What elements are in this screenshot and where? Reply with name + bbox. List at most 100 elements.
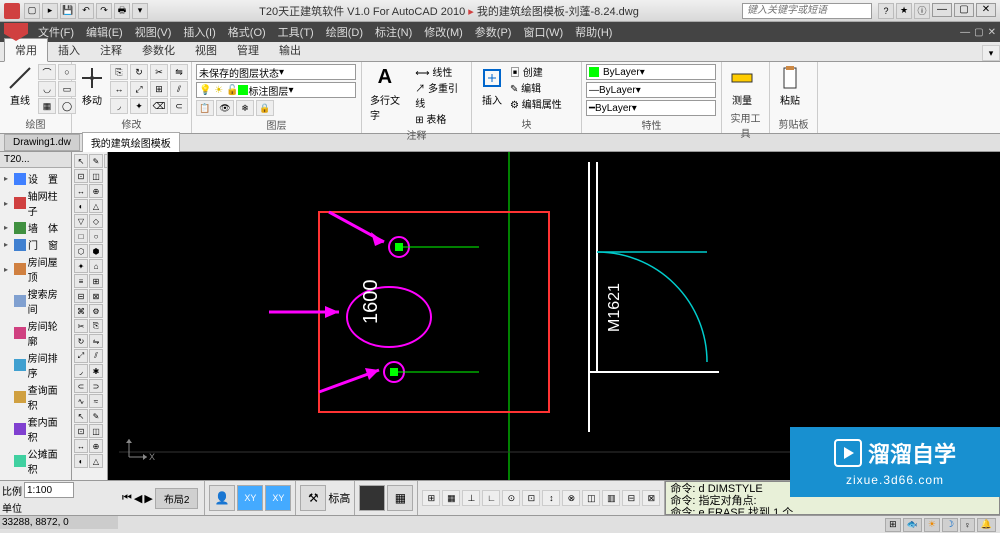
tool-button[interactable]: ≈ [89, 394, 103, 408]
status-person-icon[interactable]: ♀ [960, 518, 975, 532]
status-toggle[interactable]: ⊞ [422, 490, 440, 506]
qat-more-icon[interactable]: ▾ [132, 3, 148, 19]
dark-icon[interactable] [359, 485, 385, 511]
maximize-button[interactable]: ▢ [954, 3, 974, 17]
status-toggle[interactable]: ⊡ [522, 490, 540, 506]
tool-button[interactable]: ↔ [74, 439, 88, 453]
tree-item[interactable]: 公摊面积 [2, 445, 69, 477]
status-model-icon[interactable]: ⊞ [885, 518, 901, 532]
tool-button[interactable]: ◫ [89, 169, 103, 183]
offset-icon[interactable]: ⫽ [170, 81, 188, 97]
tool-button[interactable]: △ [89, 199, 103, 213]
tool-button[interactable]: □ [74, 229, 88, 243]
side-tab[interactable]: T20... [0, 152, 71, 168]
elevation-icon[interactable]: 👤 [209, 485, 235, 511]
doc-tab-2[interactable]: 我的建筑绘图模板 [82, 132, 180, 153]
qat-new-icon[interactable]: ▢ [24, 3, 40, 19]
tool-button[interactable]: ⊞ [89, 274, 103, 288]
ribbon-tab-manage[interactable]: 管理 [227, 39, 269, 61]
tree-item[interactable]: ▸墙 体 [2, 219, 69, 236]
layout-nav-next-icon[interactable]: ▶ [144, 492, 152, 505]
color-combo[interactable]: ByLayer ▾ [586, 64, 716, 80]
tree-item[interactable]: ▸门 窗 [2, 236, 69, 253]
close-button[interactable]: ✕ [976, 3, 996, 17]
scale-icon[interactable]: ⤢ [130, 81, 148, 97]
doc-restore-icon[interactable]: ▢ [974, 27, 983, 38]
tool-button[interactable]: ◞ [74, 364, 88, 378]
status-sun-icon[interactable]: ☀ [924, 518, 940, 532]
tool-button[interactable]: ≡ [74, 274, 88, 288]
stretch-icon[interactable]: ↔ [110, 81, 128, 97]
layer-props-icon[interactable]: 📋 [196, 100, 214, 116]
status-toggle[interactable]: ◫ [582, 490, 600, 506]
tool-button[interactable]: ⊡ [74, 424, 88, 438]
tree-item[interactable]: 面积计算 [2, 477, 69, 480]
status-moon-icon[interactable]: ☽ [942, 518, 958, 532]
qat-print-icon[interactable]: 🖶 [114, 3, 130, 19]
ribbon-tab-insert[interactable]: 插入 [48, 39, 90, 61]
tool-button[interactable]: ◐ [74, 199, 88, 213]
section-icon[interactable]: ⚒ [300, 485, 326, 511]
layout-tab[interactable]: 布局2 [155, 488, 199, 509]
tool-icon-1[interactable]: ▦ [387, 485, 413, 511]
tree-item[interactable]: 搜索房间 [2, 285, 69, 317]
tool-button[interactable]: ○ [89, 229, 103, 243]
tool-button[interactable]: ⬡ [74, 244, 88, 258]
tool-button[interactable]: ▽ [74, 214, 88, 228]
insert-block-button[interactable]: 插入 [476, 64, 508, 109]
lineweight-combo[interactable]: ━ ByLayer ▾ [586, 100, 716, 116]
tree-item[interactable]: ▸轴网柱子 [2, 187, 69, 219]
tool-button[interactable]: ◇ [89, 214, 103, 228]
layout-nav-prev-icon[interactable]: ◀ [134, 492, 142, 505]
ribbon-tab-view[interactable]: 视图 [185, 39, 227, 61]
menu-parametric[interactable]: 参数(P) [469, 22, 518, 42]
xy-icon[interactable]: XY [237, 485, 263, 511]
doc-minimize-icon[interactable]: — [960, 27, 970, 38]
status-toggle[interactable]: ⊥ [462, 490, 480, 506]
tool-button[interactable]: ◐ [74, 454, 88, 468]
tool-button[interactable]: ⊕ [89, 184, 103, 198]
layer-freeze-icon[interactable]: ❄ [236, 100, 254, 116]
join-icon[interactable]: ⊂ [170, 98, 188, 114]
minimize-button[interactable]: — [932, 3, 952, 17]
status-toggle[interactable]: ⊠ [642, 490, 660, 506]
star-icon[interactable]: ★ [896, 3, 912, 19]
tool-button[interactable]: ⊟ [74, 289, 88, 303]
qat-open-icon[interactable]: ▸ [42, 3, 58, 19]
tool-button[interactable]: ⊕ [89, 439, 103, 453]
tree-item[interactable]: ▸设 置 [2, 170, 69, 187]
doc-close-icon[interactable]: ✕ [988, 27, 996, 38]
ribbon-tab-parametric[interactable]: 参数化 [132, 39, 185, 61]
mirror-icon[interactable]: ⇋ [170, 64, 188, 80]
tool-button[interactable]: ✂ [74, 319, 88, 333]
status-toggle[interactable]: ∟ [482, 490, 500, 506]
mleader-button[interactable]: ↗ 多重引线 [415, 80, 467, 110]
layer-list-combo[interactable]: 💡 ☀ 🔓 标注图层 ▾ [196, 82, 356, 98]
hatch-icon[interactable]: ▦ [38, 98, 56, 114]
mtext-button[interactable]: A 多行文字 [366, 64, 413, 124]
tool-button[interactable]: ⇋ [89, 334, 103, 348]
status-bell-icon[interactable]: 🔔 [977, 518, 996, 532]
tool-button[interactable]: ⊠ [89, 289, 103, 303]
tree-item[interactable]: 套内面积 [2, 413, 69, 445]
trim-icon[interactable]: ✂ [150, 64, 168, 80]
menu-help[interactable]: 帮助(H) [569, 22, 618, 42]
status-toggle[interactable]: ▦ [442, 490, 460, 506]
polyline-icon[interactable]: ⌒ [38, 64, 56, 80]
menu-dimension[interactable]: 标注(N) [369, 22, 418, 42]
status-toggle[interactable]: ⊙ [502, 490, 520, 506]
menu-draw[interactable]: 绘图(D) [320, 22, 369, 42]
ribbon-tab-home[interactable]: 常用 [4, 38, 48, 62]
erase-icon[interactable]: ⌫ [150, 98, 168, 114]
linear-dim-button[interactable]: ⟷ 线性 [415, 64, 467, 79]
tool-button[interactable]: ⎘ [89, 319, 103, 333]
status-toggle[interactable]: ▥ [602, 490, 620, 506]
tool-button[interactable]: ⤢ [74, 349, 88, 363]
tree-item[interactable]: 房间轮廓 [2, 317, 69, 349]
tool-button[interactable]: ↖ [74, 154, 88, 168]
move-button[interactable]: 移动 [76, 64, 108, 109]
info-icon[interactable]: ⓘ [914, 3, 930, 19]
xy2-icon[interactable]: XY [265, 485, 291, 511]
tool-button[interactable]: ⊂ [74, 379, 88, 393]
create-block-button[interactable]: ▣ 创建 [510, 64, 562, 79]
